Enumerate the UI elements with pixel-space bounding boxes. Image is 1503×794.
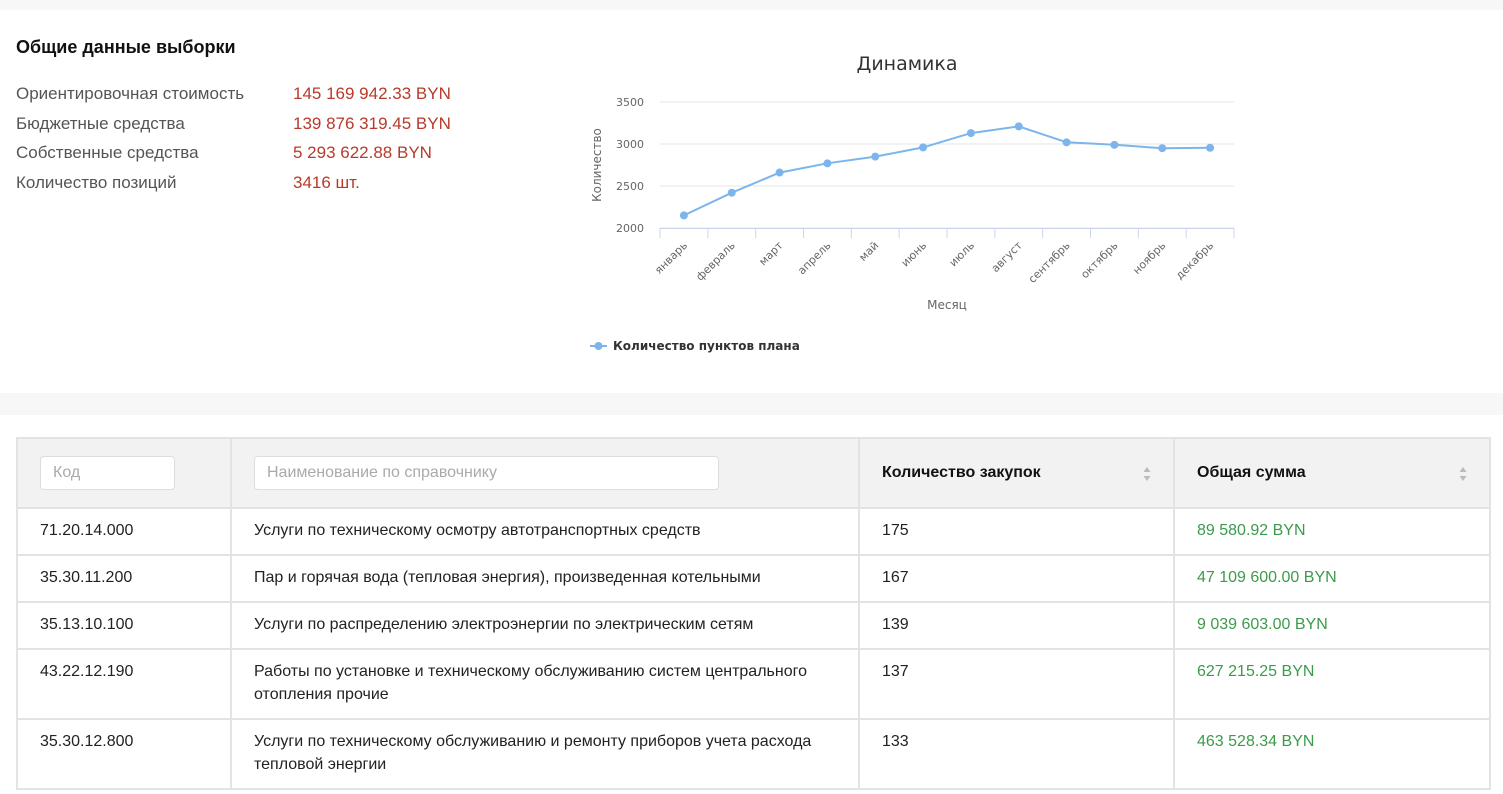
table-panel: Количество закупок Общая сумма 71.2 — [0, 415, 1503, 794]
header-count[interactable]: Количество закупок — [858, 437, 1175, 509]
data-point — [1206, 143, 1215, 152]
summary-panel: Общие данные выборки Ориентировочная сто… — [0, 10, 1503, 393]
cell-name: Услуги по распределению электроэнергии п… — [230, 601, 860, 650]
cell-code: 35.13.10.100 — [16, 601, 232, 650]
data-point — [1158, 144, 1167, 153]
data-point — [823, 159, 832, 168]
x-tick-label: декабрь — [1173, 239, 1216, 282]
name-filter-input[interactable] — [254, 456, 719, 490]
x-tick-label: апрель — [795, 239, 833, 277]
data-point — [679, 211, 688, 220]
sort-icon[interactable] — [1459, 466, 1467, 482]
cell-sum: 463 528.34 BYN — [1173, 718, 1491, 790]
cell-name: Услуги по техническому обслуживанию и ре… — [230, 718, 860, 790]
cell-sum: 9 039 603.00 BYN — [1173, 601, 1491, 650]
x-tick-label: ноябрь — [1130, 239, 1168, 277]
data-point — [966, 129, 975, 138]
header-count-label: Количество закупок — [882, 464, 1041, 481]
table-row[interactable]: 35.13.10.100 Услуги по распределению эле… — [16, 601, 1491, 650]
cell-name: Услуги по техническому осмотру автотранс… — [230, 507, 860, 556]
x-axis-title: Месяц — [927, 298, 967, 312]
y-tick-label: 3000 — [616, 138, 644, 151]
cell-name: Пар и горячая вода (тепловая энергия), п… — [230, 554, 860, 603]
stat-value: 5 293 622.88 BYN — [293, 143, 432, 162]
cell-count: 133 — [858, 718, 1175, 790]
cell-sum: 627 215.25 BYN — [1173, 648, 1491, 720]
cell-count: 139 — [858, 601, 1175, 650]
table-row[interactable]: 35.30.11.200 Пар и горячая вода (теплова… — [16, 554, 1491, 603]
data-point — [871, 152, 880, 161]
cell-count: 137 — [858, 648, 1175, 720]
summary-title: Общие данные выборки — [16, 37, 236, 57]
header-sum-label: Общая сумма — [1197, 464, 1306, 481]
cell-name: Работы по установке и техническому обслу… — [230, 648, 860, 720]
data-point — [775, 168, 784, 177]
x-tick-label: август — [989, 239, 1025, 275]
table-row[interactable]: 35.30.12.800 Услуги по техническому обсл… — [16, 718, 1491, 790]
cell-count: 175 — [858, 507, 1175, 556]
data-point — [1062, 138, 1071, 147]
cell-code: 71.20.14.000 — [16, 507, 232, 556]
table-row[interactable]: 71.20.14.000 Услуги по техническому осмо… — [16, 507, 1491, 556]
x-tick-label: июнь — [899, 239, 929, 269]
legend-symbol-marker — [594, 342, 603, 350]
stat-label: Бюджетные средства — [16, 113, 185, 133]
x-tick-label: июль — [947, 239, 977, 269]
stat-value: 145 169 942.33 BYN — [293, 84, 451, 103]
x-tick-label: март — [756, 239, 786, 269]
x-tick-label: октябрь — [1078, 239, 1120, 281]
table-row[interactable]: 43.22.12.190 Работы по установке и техни… — [16, 648, 1491, 720]
data-point — [1110, 140, 1119, 149]
header-sum[interactable]: Общая сумма — [1173, 437, 1491, 509]
header-name — [230, 437, 860, 509]
chart-title: Динамика — [856, 53, 957, 75]
x-tick-label: май — [856, 239, 881, 264]
sort-icon[interactable] — [1143, 466, 1151, 482]
purchases-table: Количество закупок Общая сумма 71.2 — [16, 437, 1491, 790]
dynamics-chart: Динамика 2000 2500 3000 3500 январь февраль мар… — [590, 53, 1235, 353]
legend-label: Количество пунктов плана — [613, 339, 800, 353]
cell-code: 43.22.12.190 — [16, 648, 232, 720]
cell-code: 35.30.12.800 — [16, 718, 232, 790]
data-point — [919, 143, 928, 152]
stat-label: Собственные средства — [16, 143, 199, 162]
data-point — [727, 188, 736, 197]
y-axis-title: Количество — [590, 128, 604, 202]
x-tick-label: февраль — [693, 239, 737, 283]
y-tick-label: 3500 — [616, 96, 644, 109]
cell-sum: 89 580.92 BYN — [1173, 507, 1491, 556]
stat-label: Количество позиций — [16, 172, 177, 192]
table-header-row: Количество закупок Общая сумма — [16, 437, 1491, 509]
y-tick-label: 2000 — [616, 222, 644, 235]
code-filter-input[interactable] — [40, 456, 175, 490]
cell-sum: 47 109 600.00 BYN — [1173, 554, 1491, 603]
y-tick-label: 2500 — [616, 180, 644, 193]
cell-count: 167 — [858, 554, 1175, 603]
header-code — [16, 437, 232, 509]
data-point — [1014, 122, 1023, 131]
stat-label: Ориентировочная стоимость — [16, 84, 245, 103]
series-line — [683, 125, 1211, 217]
x-tick-label: сентябрь — [1026, 239, 1073, 286]
x-tick-label: январь — [652, 239, 690, 277]
stat-value: 3416 шт. — [293, 172, 360, 192]
stat-value: 139 876 319.45 BYN — [293, 113, 451, 133]
cell-code: 35.30.11.200 — [16, 554, 232, 603]
